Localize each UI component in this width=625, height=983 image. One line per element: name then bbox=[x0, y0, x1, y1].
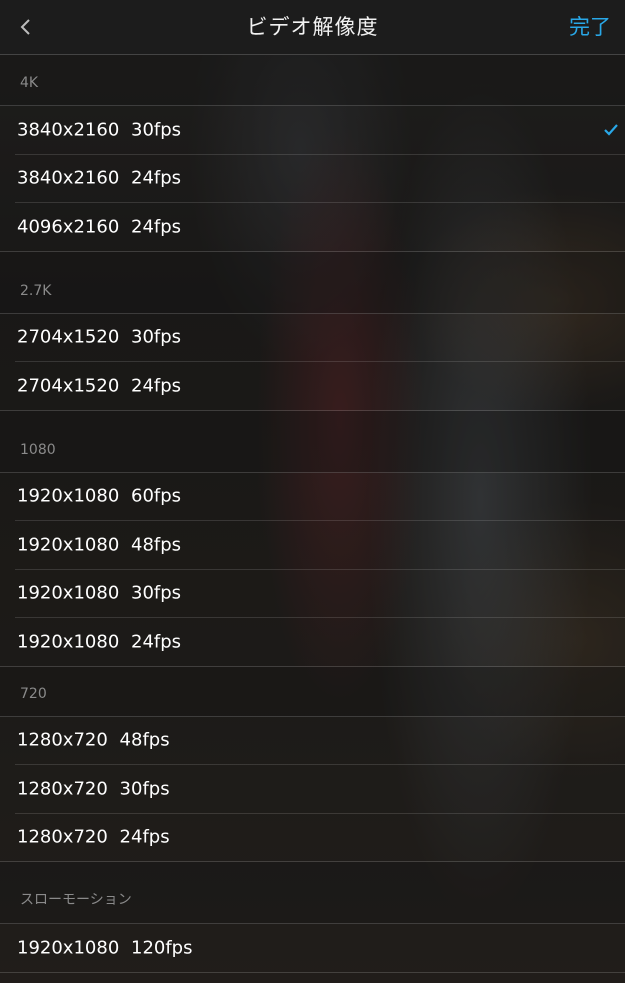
resolution-label: 1920x1080 60fps bbox=[17, 485, 182, 507]
list-item[interactable]: 1280x720 24fps bbox=[0, 814, 625, 862]
resolution-label: 1920x1080 120fps bbox=[17, 937, 193, 959]
resolution-label: 1280x720 30fps bbox=[17, 778, 170, 800]
resolution-label: 1280x720 48fps bbox=[17, 729, 170, 751]
resolution-label: 2704x1520 30fps bbox=[17, 326, 182, 348]
section-header-1080: 1080 bbox=[0, 410, 625, 473]
list-item[interactable]: 1920x1080 120fps bbox=[0, 924, 625, 973]
resolution-label: 1920x1080 24fps bbox=[17, 631, 182, 653]
list-item[interactable]: 3840x2160 30fps bbox=[15, 106, 625, 155]
checkmark-icon bbox=[603, 123, 619, 137]
section-label: 2.7K bbox=[20, 282, 52, 299]
section-header-4k: 4K bbox=[0, 55, 625, 106]
resolution-label: 1280x720 24fps bbox=[17, 826, 170, 848]
section-header-slow-motion: スローモーション bbox=[0, 862, 625, 924]
section-label: 1080 bbox=[20, 441, 56, 458]
resolution-label: 1920x1080 30fps bbox=[17, 582, 182, 604]
section-label: 4K bbox=[20, 75, 39, 91]
list-item[interactable]: 1920x1080 30fps bbox=[15, 570, 625, 618]
list-item[interactable]: 1920x1080 24fps bbox=[0, 618, 625, 667]
list-item[interactable]: 4096x2160 24fps bbox=[0, 203, 625, 252]
section-label: 720 bbox=[20, 685, 47, 702]
resolution-label: 3840x2160 30fps bbox=[17, 119, 182, 141]
done-button[interactable]: 完了 bbox=[569, 0, 611, 54]
list-item[interactable]: 2704x1520 30fps bbox=[15, 314, 625, 362]
list-item[interactable]: 1280x720 30fps bbox=[15, 765, 625, 814]
list-item[interactable]: 1920x1080 60fps bbox=[15, 473, 625, 521]
resolution-label: 1920x1080 48fps bbox=[17, 534, 182, 556]
resolution-label: 3840x2160 24fps bbox=[17, 167, 182, 189]
resolution-label: 4096x2160 24fps bbox=[17, 216, 182, 238]
navigation-bar: ビデオ解像度 完了 bbox=[0, 0, 625, 55]
list-item[interactable]: 1920x1080 48fps bbox=[15, 521, 625, 570]
section-header-2-7k: 2.7K bbox=[0, 251, 625, 314]
list-item[interactable]: 3840x2160 24fps bbox=[15, 155, 625, 203]
resolution-list: 4K 3840x2160 30fps 3840x2160 24fps 4096x… bbox=[0, 55, 625, 983]
page-title: ビデオ解像度 bbox=[246, 15, 379, 39]
list-item[interactable]: 1280x720 48fps bbox=[15, 717, 625, 765]
resolution-label: 2704x1520 24fps bbox=[17, 375, 182, 397]
section-label: スローモーション bbox=[20, 892, 132, 908]
section-header-720: 720 bbox=[0, 666, 625, 717]
list-item[interactable]: 2704x1520 24fps bbox=[0, 362, 625, 411]
